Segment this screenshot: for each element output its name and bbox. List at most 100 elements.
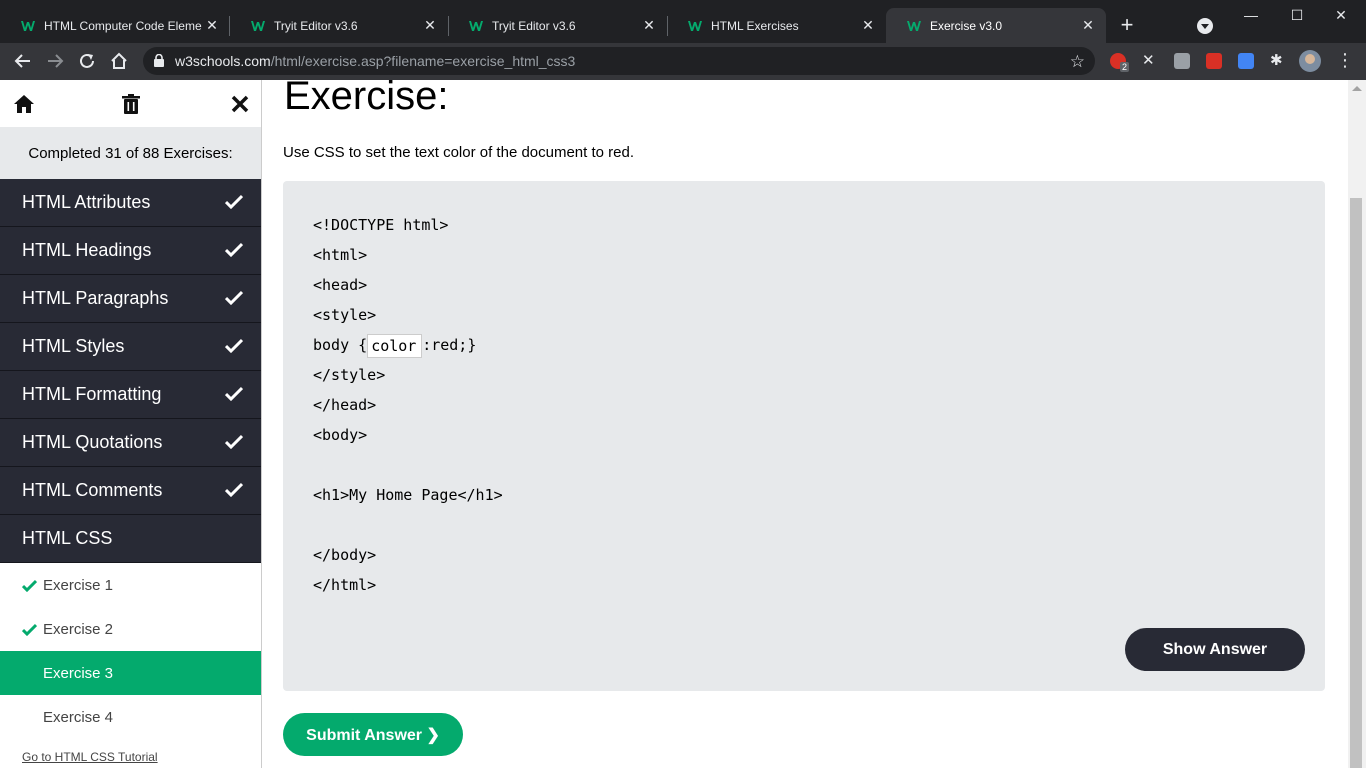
extension-badge: 2 [1120,62,1130,72]
tab-search-icon[interactable] [1197,18,1213,34]
exercise-label: Exercise 3 [43,664,114,682]
tab-title: Tryit Editor v3.6 [274,18,358,33]
check-icon [225,290,243,305]
code-line: <!DOCTYPE html> [313,216,449,234]
sidebar-exercise-4[interactable]: Exercise 4 [0,695,261,739]
category-label: HTML Paragraphs [22,288,169,308]
page-scrollbar[interactable] [1348,80,1366,768]
code-line: </body> [313,546,377,564]
browser-tabstrip: HTML Computer Code Eleme ✕ Tryit Editor … [0,0,1366,43]
back-icon[interactable] [11,49,35,73]
tab-title: Tryit Editor v3.6 [492,18,576,33]
close-tab-icon[interactable]: ✕ [1080,17,1096,34]
category-label: HTML Styles [22,336,125,356]
sidebar-category-html-formatting[interactable]: HTML Formatting [0,371,261,419]
category-label: HTML Comments [22,480,163,500]
code-line: body { :red;} [313,334,503,364]
close-window-icon[interactable]: ✕ [1318,0,1364,30]
browser-toolbar: w3schools.com/html/exercise.asp?filename… [0,43,1366,80]
w3schools-favicon-icon [20,18,36,34]
sidebar-category-html-comments[interactable]: HTML Comments [0,467,261,515]
show-answer-button[interactable]: Show Answer [1125,628,1305,671]
sidebar-exercise-2[interactable]: Exercise 2 [0,607,261,651]
code-line: </html> [313,576,377,594]
check-icon [22,579,37,592]
close-tab-icon[interactable]: ✕ [860,17,876,34]
category-label: HTML CSS [22,528,113,548]
w3schools-favicon-icon [468,18,484,34]
sidebar-category-html-css[interactable]: HTML CSS [0,515,261,563]
code-block: <!DOCTYPE html> <html> <head> <style> bo… [313,214,503,604]
browser-tab-active[interactable]: Exercise v3.0 ✕ [886,8,1106,43]
code-line: <html> [313,246,368,264]
sidebar-category-html-paragraphs[interactable]: HTML Paragraphs [0,275,261,323]
address-bar[interactable]: w3schools.com/html/exercise.asp?filename… [143,47,1095,75]
video-extension-icon[interactable] [1206,53,1222,69]
sidebar-exercise-3[interactable]: Exercise 3 [0,651,261,695]
w3schools-favicon-icon [250,18,266,34]
category-label: HTML Headings [22,240,152,260]
browser-tab[interactable]: HTML Exercises ✕ [667,8,886,43]
more-menu-icon[interactable]: ⋮ [1336,51,1354,69]
exercise-main: Exercise: Use CSS to set the text color … [262,80,1348,768]
code-line: <h1>My Home Page</h1> [313,486,503,504]
code-line: </style> [313,366,386,384]
trash-icon[interactable] [119,92,143,116]
check-icon [225,338,243,353]
tutorial-link[interactable]: Go to HTML CSS Tutorial [22,750,158,764]
scrollbar-thumb[interactable] [1350,198,1362,768]
sidebar-exercise-1[interactable]: Exercise 1 [0,563,261,607]
url-path: /html/exercise.asp?filename=exercise_htm… [270,53,576,69]
browser-tab[interactable]: HTML Computer Code Eleme ✕ [0,8,230,43]
code-line: </head> [313,396,377,414]
w3schools-favicon-icon [687,18,703,34]
close-icon[interactable] [228,92,252,116]
translate-extension-icon[interactable] [1238,53,1254,69]
completed-count: Completed 31 of 88 Exercises: [0,127,261,179]
code-text: :red;} [422,336,477,354]
close-tab-icon[interactable]: ✕ [422,17,438,34]
tab-title: HTML Exercises [711,18,799,33]
check-icon [225,242,243,257]
tab-title: Exercise v3.0 [930,18,1003,33]
minimize-icon[interactable]: — [1228,0,1274,30]
code-line: <body> [313,426,368,444]
sidebar-category-html-headings[interactable]: HTML Headings [0,227,261,275]
bookmark-star-icon[interactable]: ☆ [1070,52,1085,72]
code-line: <style> [313,306,377,324]
browser-tab[interactable]: Tryit Editor v3.6 ✕ [448,8,667,43]
code-text: body { [313,336,368,354]
code-panel: <!DOCTYPE html> <html> <head> <style> bo… [283,181,1325,691]
submit-answer-button[interactable]: Submit Answer ❯ [283,713,463,756]
close-tab-icon[interactable]: ✕ [641,17,657,34]
new-tab-icon[interactable]: + [1116,14,1138,37]
answer-input[interactable] [367,334,423,358]
code-line: <head> [313,276,368,294]
url-text: w3schools.com/html/exercise.asp?filename… [175,53,575,69]
reload-icon[interactable] [75,49,99,73]
profile-avatar[interactable] [1299,50,1321,72]
forward-icon[interactable] [43,49,67,73]
sidebar-category-html-styles[interactable]: HTML Styles [0,323,261,371]
category-label: HTML Attributes [22,192,151,212]
close-tab-icon[interactable]: ✕ [204,17,220,34]
lock-icon [154,54,164,67]
exercise-label: Exercise 2 [43,620,114,638]
browser-tab[interactable]: Tryit Editor v3.6 ✕ [230,8,448,43]
w3schools-favicon-icon [906,18,922,34]
home-icon[interactable] [12,92,36,116]
sidebar-category-html-attributes[interactable]: HTML Attributes [0,179,261,227]
extension-icon[interactable] [1174,53,1190,69]
sidebar-category-html-quotations[interactable]: HTML Quotations [0,419,261,467]
mute-extension-icon[interactable]: ✕ [1142,53,1158,69]
scroll-up-icon[interactable] [1352,86,1362,91]
exercise-instruction: Use CSS to set the text color of the doc… [283,144,635,161]
url-host: w3schools.com [175,53,271,69]
maximize-icon[interactable]: ☐ [1274,0,1320,30]
exercise-label: Exercise 1 [43,576,114,594]
home-icon[interactable] [107,49,131,73]
tab-title: HTML Computer Code Eleme [44,18,202,33]
puzzle-extensions-icon[interactable]: ✱ [1270,53,1286,69]
